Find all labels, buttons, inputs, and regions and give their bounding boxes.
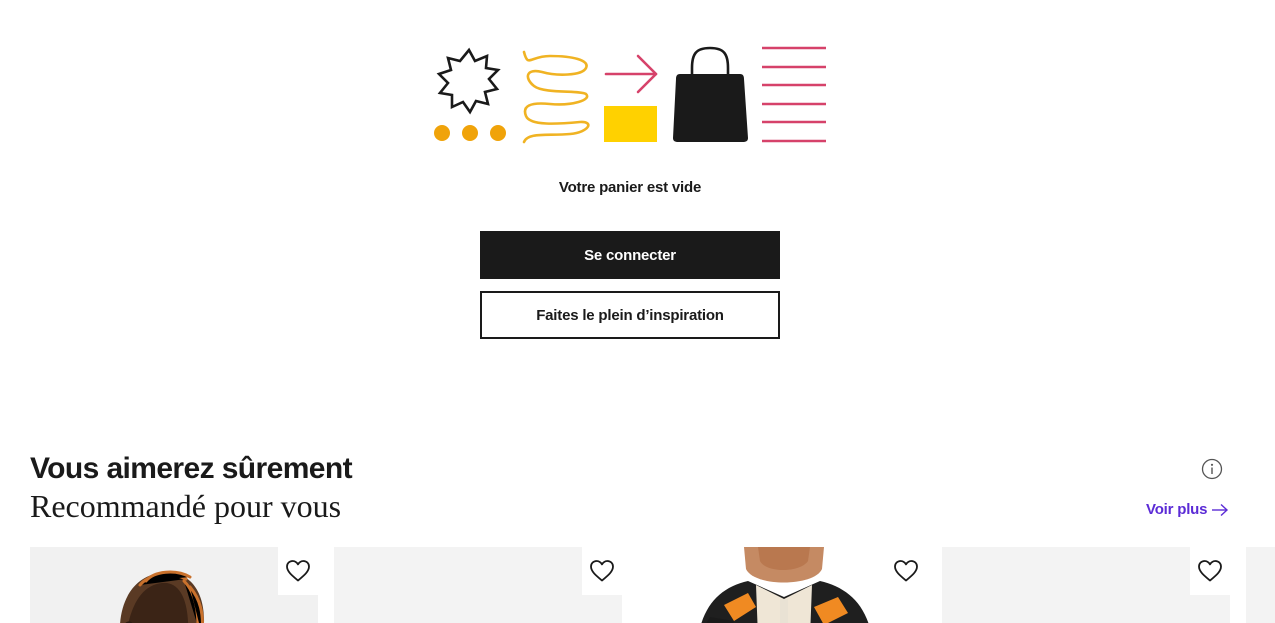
shopping-bag-icon	[673, 46, 748, 142]
heart-icon	[590, 560, 614, 582]
product-image	[638, 547, 926, 623]
heart-icon	[286, 560, 310, 582]
wishlist-button[interactable]	[278, 547, 318, 595]
arrow-right-icon	[604, 54, 658, 94]
product-card[interactable]	[1246, 547, 1275, 623]
wishlist-button[interactable]	[886, 547, 926, 595]
product-card[interactable]	[942, 547, 1230, 623]
dots-icon	[434, 125, 506, 141]
see-more-label: Voir plus	[1146, 501, 1208, 518]
login-button[interactable]: Se connecter	[480, 231, 780, 279]
recommendations-title: Vous aimerez sûrement	[30, 452, 353, 485]
inspiration-button[interactable]: Faites le plein d’inspiration	[480, 291, 780, 339]
product-image	[120, 570, 205, 623]
product-card[interactable]	[30, 547, 318, 623]
wishlist-button[interactable]	[1190, 547, 1230, 595]
see-more-link[interactable]: Voir plus	[1146, 501, 1229, 518]
empty-cart-message: Votre panier est vide	[558, 179, 702, 196]
product-card[interactable]	[334, 547, 622, 623]
info-icon[interactable]	[1201, 458, 1223, 480]
product-card[interactable]	[638, 547, 926, 623]
heart-icon	[1198, 560, 1222, 582]
empty-cart-illustration	[434, 46, 826, 144]
arrow-right-icon	[1212, 503, 1229, 516]
recommendations-subtitle: Recommandé pour vous	[30, 488, 342, 524]
yellow-square-icon	[604, 106, 657, 142]
starburst-icon	[436, 47, 501, 115]
spiral-icon	[522, 50, 590, 144]
page: Votre panier est vide Se connecter Faite…	[0, 0, 1275, 623]
heart-icon	[894, 560, 918, 582]
lines-icon	[762, 46, 826, 143]
wishlist-button[interactable]	[582, 547, 622, 595]
